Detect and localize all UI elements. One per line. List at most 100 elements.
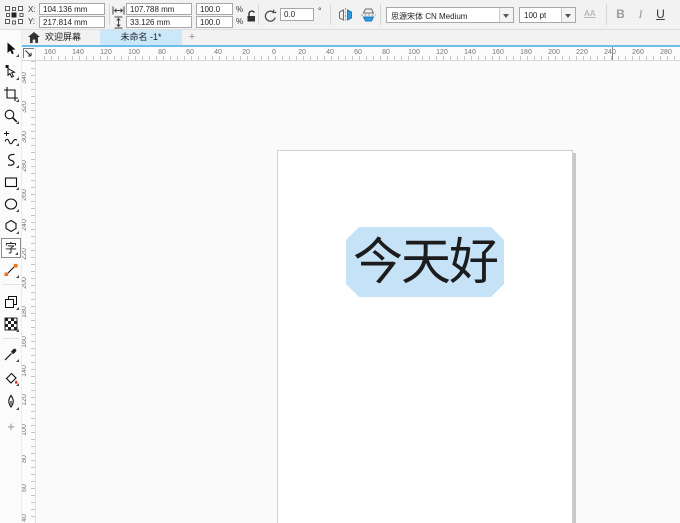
document-page[interactable]: 今天好	[277, 150, 573, 523]
object-origin-grid-icon[interactable]	[4, 5, 24, 25]
degree-symbol-label: °	[318, 6, 322, 16]
edit-text-aa-icon[interactable]: AA	[584, 9, 596, 19]
h-ruler-label: 80	[382, 49, 390, 56]
v-ruler-label: 120	[22, 394, 28, 407]
v-ruler-label: 240	[22, 218, 28, 231]
font-family-dropdown-arrow-icon[interactable]	[499, 8, 513, 22]
ink-nib-tool[interactable]	[1, 392, 21, 412]
object-width-input[interactable]	[126, 3, 192, 15]
scale-x-percent-label: %	[236, 5, 244, 14]
horizontal-ruler-ticks	[44, 56, 680, 60]
ellipse-tool[interactable]	[1, 194, 21, 214]
v-ruler-label: 40	[22, 513, 28, 522]
eyedropper-tool[interactable]	[1, 344, 21, 364]
rectangle-tool[interactable]	[1, 172, 21, 192]
v-ruler-label: 220	[22, 247, 28, 260]
h-ruler-label: 140	[72, 49, 84, 56]
h-ruler-label: 100	[408, 49, 420, 56]
text-selection-highlight: 今天好	[346, 227, 504, 297]
document-tab-bar: 欢迎屏幕 未命名 -1* +	[22, 30, 680, 45]
scale-y-input[interactable]	[196, 16, 233, 28]
object-height-icon	[114, 16, 123, 29]
v-ruler-label: 300	[22, 130, 28, 143]
artistic-text-object[interactable]: 今天好	[353, 237, 497, 287]
h-ruler-label: 160	[492, 49, 504, 56]
h-ruler-label: 120	[100, 49, 112, 56]
object-width-icon	[112, 6, 125, 15]
text-tool[interactable]: 字	[1, 238, 21, 258]
h-ruler-label: 200	[548, 49, 560, 56]
h-ruler-label: 0	[272, 49, 276, 56]
object-height-input[interactable]	[126, 16, 192, 28]
mesh-fill-tool[interactable]	[1, 314, 21, 334]
v-ruler-label: 260	[22, 189, 28, 202]
scale-x-input[interactable]	[196, 3, 233, 15]
h-ruler-label: 20	[242, 49, 250, 56]
y-coordinate-input[interactable]	[39, 16, 105, 28]
pick-tool[interactable]	[1, 39, 21, 59]
h-ruler-label: 220	[576, 49, 588, 56]
bold-button[interactable]: B	[612, 6, 629, 23]
tab-welcome-screen[interactable]: 欢迎屏幕	[45, 30, 81, 45]
h-ruler-label: 160	[44, 49, 56, 56]
h-ruler-label: 260	[632, 49, 644, 56]
font-size-select[interactable]: 100 pt	[519, 7, 576, 23]
drawing-canvas[interactable]: 今天好	[36, 61, 680, 523]
v-ruler-label: 200	[22, 277, 28, 289]
zoom-tool[interactable]	[1, 106, 21, 126]
v-ruler-label: 280	[22, 160, 28, 172]
contour-tool[interactable]	[1, 292, 21, 312]
freehand-tool[interactable]	[1, 128, 21, 148]
scale-y-percent-label: %	[236, 17, 244, 26]
crop-tool[interactable]	[1, 84, 21, 104]
rotation-angle-input[interactable]	[280, 8, 314, 21]
h-ruler-label: 80	[158, 49, 166, 56]
property-bar: X: Y: % %	[0, 0, 680, 30]
more-tools-plus-label: +	[7, 418, 15, 434]
h-ruler-label: 40	[326, 49, 334, 56]
h-ruler-label: 60	[186, 49, 194, 56]
ruler-origin-corner[interactable]	[22, 47, 36, 61]
font-size-dropdown-arrow-icon[interactable]	[561, 8, 575, 22]
smooth-curve-tool[interactable]	[1, 150, 21, 170]
mirror-horizontal-icon[interactable]	[337, 7, 354, 23]
mirror-vertical-icon[interactable]	[360, 7, 377, 23]
vertical-ruler[interactable]: 340 320 300 280 260 240 220 200 180 160 140 120 100 8…	[22, 61, 36, 523]
polygon-tool[interactable]	[1, 216, 21, 236]
tab-untitled-document[interactable]: 未命名 -1*	[100, 30, 182, 45]
horizontal-ruler[interactable]: 160 140 120 100 80 60 40 20 0 20 40 60 80 100 120 140 16…	[36, 47, 680, 61]
cursor-position-marker	[612, 47, 613, 60]
h-ruler-label: 20	[298, 49, 306, 56]
home-icon[interactable]	[28, 32, 40, 43]
more-tools-button[interactable]: +	[1, 416, 21, 436]
h-ruler-label: 60	[354, 49, 362, 56]
v-ruler-label: 140	[22, 365, 28, 377]
lock-ratio-icon[interactable]	[245, 9, 258, 23]
shape-edit-tool[interactable]	[1, 62, 21, 82]
h-ruler-label: 280	[660, 49, 672, 56]
v-ruler-label: 100	[22, 423, 28, 436]
v-ruler-label: 160	[22, 335, 28, 348]
coreldraw-window: X: Y: % %	[0, 0, 680, 523]
fill-tool[interactable]	[1, 368, 21, 388]
underline-button[interactable]: U	[652, 6, 669, 23]
v-ruler-label: 320	[22, 101, 28, 114]
y-coordinate-label: Y:	[28, 17, 36, 26]
h-ruler-label: 100	[128, 49, 140, 56]
h-ruler-label: 240	[604, 49, 616, 56]
v-ruler-label: 60	[22, 484, 28, 493]
font-family-select[interactable]: 思源宋体 CN Medium	[386, 7, 514, 23]
v-ruler-label: 80	[22, 455, 28, 463]
toolbox: 字 +	[0, 30, 22, 523]
h-ruler-label: 40	[214, 49, 222, 56]
x-coordinate-label: X:	[28, 5, 36, 14]
h-ruler-label: 120	[436, 49, 448, 56]
font-size-value: 100 pt	[524, 11, 547, 20]
v-ruler-label: 180	[22, 306, 28, 319]
v-ruler-label: 340	[22, 72, 28, 84]
two-point-line-tool[interactable]	[1, 260, 21, 280]
text-tool-glyph: 字	[4, 241, 17, 255]
x-coordinate-input[interactable]	[39, 3, 105, 15]
italic-button[interactable]: I	[632, 6, 649, 23]
new-document-tab-button[interactable]: +	[185, 30, 199, 45]
